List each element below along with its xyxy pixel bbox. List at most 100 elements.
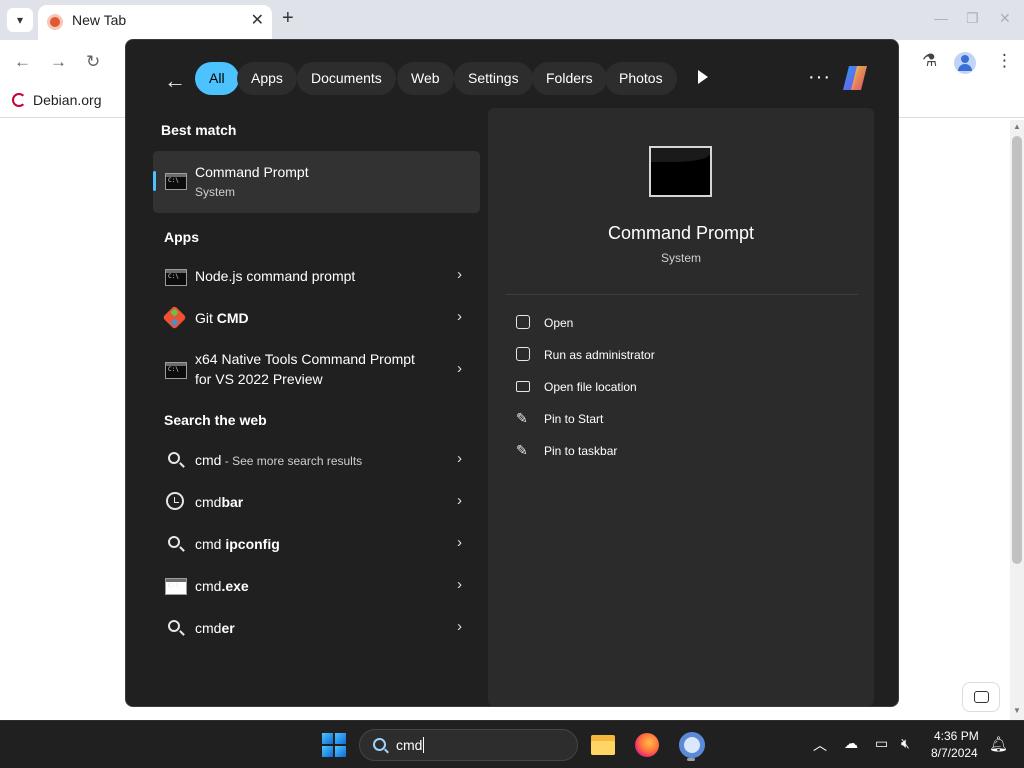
- action-run-as-admin[interactable]: Run as administrator: [514, 341, 844, 369]
- selection-indicator: [153, 171, 156, 191]
- app-result-label: Git CMD: [195, 310, 249, 326]
- chevron-right-icon[interactable]: ›: [457, 450, 462, 467]
- divider: [506, 294, 858, 295]
- web-result-cmdbar[interactable]: cmdbar ›: [153, 483, 480, 523]
- play-icon[interactable]: [698, 70, 708, 84]
- copilot-icon[interactable]: [839, 64, 871, 92]
- chevron-right-icon[interactable]: ›: [457, 266, 462, 283]
- action-label: Run as administrator: [544, 348, 655, 362]
- app-result-git-cmd[interactable]: Git CMD ›: [153, 299, 480, 339]
- reload-icon[interactable]: ↻: [86, 52, 100, 72]
- chevron-right-icon[interactable]: ›: [457, 618, 462, 635]
- filter-settings[interactable]: Settings: [454, 62, 533, 95]
- chevron-right-icon[interactable]: ›: [457, 576, 462, 593]
- back-arrow-icon[interactable]: ←: [164, 68, 186, 94]
- menu-kebab-icon[interactable]: ⋮: [996, 51, 1013, 71]
- chevron-up-icon[interactable]: ︿: [813, 735, 827, 755]
- scroll-down-icon[interactable]: ▼: [1013, 706, 1021, 715]
- more-options-button[interactable]: ···: [808, 66, 831, 89]
- web-result-label: cmd - See more search results: [195, 452, 363, 468]
- filter-all[interactable]: All: [195, 62, 239, 95]
- chevron-right-icon[interactable]: ›: [457, 308, 462, 325]
- window-close-button[interactable]: ✕: [999, 10, 1011, 27]
- bookmark-debian[interactable]: Debian.org: [12, 92, 102, 108]
- page-scrollbar[interactable]: ▲ ▼: [1010, 120, 1024, 720]
- clock-time[interactable]: 4:36 PM: [934, 729, 979, 743]
- best-match-type: System: [195, 185, 236, 199]
- best-match-name: Command Prompt: [195, 164, 309, 180]
- detail-pane: Command Prompt System Open Run as admini…: [488, 108, 874, 706]
- app-result-label: Node.js command prompt: [195, 268, 356, 284]
- taskbar-search-input[interactable]: cmd: [396, 737, 425, 753]
- terminal-icon: [165, 578, 187, 595]
- action-pin-to-taskbar[interactable]: ✎ Pin to taskbar: [514, 437, 844, 465]
- new-tab-button[interactable]: +: [282, 7, 294, 30]
- feedback-button[interactable]: [962, 682, 1000, 712]
- browser-tabstrip: ▾ New Tab ✕ + — ❐ ✕: [0, 0, 1024, 40]
- open-icon: [516, 315, 530, 329]
- forward-nav-icon[interactable]: →: [50, 52, 67, 72]
- filter-apps[interactable]: Apps: [237, 62, 297, 95]
- debian-icon: [12, 93, 26, 107]
- restore-button[interactable]: ❐: [966, 10, 979, 27]
- filter-web[interactable]: Web: [397, 62, 454, 95]
- terminal-icon: [165, 173, 187, 190]
- taskbar-search-box[interactable]: cmd: [359, 729, 578, 761]
- windows-search-panel: ← All Apps Documents Web Settings Folder…: [125, 39, 899, 707]
- action-pin-to-start[interactable]: ✎ Pin to Start: [514, 405, 844, 433]
- web-result-cmd[interactable]: cmd - See more search results ›: [153, 441, 480, 481]
- labs-flask-icon[interactable]: ⚗: [922, 51, 937, 71]
- file-explorer-icon[interactable]: [590, 731, 618, 759]
- back-nav-icon[interactable]: ←: [14, 52, 31, 72]
- action-label: Pin to taskbar: [544, 444, 618, 458]
- terminal-icon: [165, 362, 187, 379]
- chrome-icon[interactable]: [678, 731, 706, 761]
- profile-avatar-icon[interactable]: [954, 52, 976, 74]
- network-icon[interactable]: ▭: [875, 735, 888, 752]
- app-result-x64-native-tools[interactable]: x64 Native Tools Command Prompt for VS 2…: [153, 345, 480, 397]
- web-result-cmd-exe[interactable]: cmd.exe ›: [153, 567, 480, 607]
- clock-date[interactable]: 8/7/2024: [931, 746, 978, 760]
- taskbar: cmd ︿ ☁ ▭ 🔇︎ 4:36 PM 8/7/2024 🔔︎: [0, 720, 1024, 768]
- chevron-right-icon[interactable]: ›: [457, 360, 462, 377]
- detail-app-type: System: [660, 251, 701, 265]
- windows-logo-icon[interactable]: [322, 733, 346, 757]
- action-label: Open file location: [544, 380, 637, 394]
- action-label: Open: [544, 316, 574, 330]
- tab-search-button[interactable]: ▾: [7, 8, 33, 32]
- chevron-right-icon[interactable]: ›: [457, 534, 462, 551]
- action-open[interactable]: Open: [514, 309, 844, 337]
- app-result-label: x64 Native Tools Command Prompt for VS 2…: [195, 351, 415, 387]
- web-result-cmder[interactable]: cmder ›: [153, 609, 480, 649]
- best-match-item[interactable]: Command Prompt System: [153, 151, 480, 213]
- folder-icon: [516, 381, 530, 392]
- scroll-up-icon[interactable]: ▲: [1013, 122, 1021, 131]
- filter-documents[interactable]: Documents: [297, 62, 396, 95]
- bell-icon[interactable]: 🔔︎: [989, 735, 1008, 753]
- search-icon: [168, 620, 180, 632]
- tab-close-button[interactable]: ✕: [251, 10, 264, 30]
- tab-title: New Tab: [72, 12, 127, 28]
- search-icon: [373, 738, 386, 751]
- chevron-right-icon[interactable]: ›: [457, 492, 462, 509]
- action-label: Pin to Start: [544, 412, 604, 426]
- cloud-offline-icon[interactable]: ☁: [844, 735, 858, 752]
- terminal-icon: [649, 146, 712, 197]
- scroll-thumb[interactable]: [1012, 136, 1022, 564]
- apps-header: Apps: [164, 229, 199, 245]
- browser-tab[interactable]: New Tab ✕: [38, 5, 272, 40]
- duckduckgo-icon: [47, 14, 63, 30]
- filter-folders[interactable]: Folders: [532, 62, 607, 95]
- shield-icon: [516, 347, 530, 361]
- pin-icon: ✎: [516, 410, 528, 426]
- minimize-button[interactable]: —: [934, 10, 948, 26]
- firefox-icon[interactable]: [633, 731, 661, 759]
- web-result-cmd-ipconfig[interactable]: cmd ipconfig ›: [153, 525, 480, 565]
- action-open-file-location[interactable]: Open file location: [514, 373, 844, 401]
- filter-photos[interactable]: Photos: [605, 62, 677, 95]
- history-icon: [166, 492, 184, 510]
- app-result-nodejs[interactable]: Node.js command prompt ›: [153, 257, 480, 297]
- volume-muted-icon[interactable]: 🔇︎: [901, 735, 910, 752]
- search-icon: [168, 536, 180, 548]
- search-icon: [168, 452, 180, 464]
